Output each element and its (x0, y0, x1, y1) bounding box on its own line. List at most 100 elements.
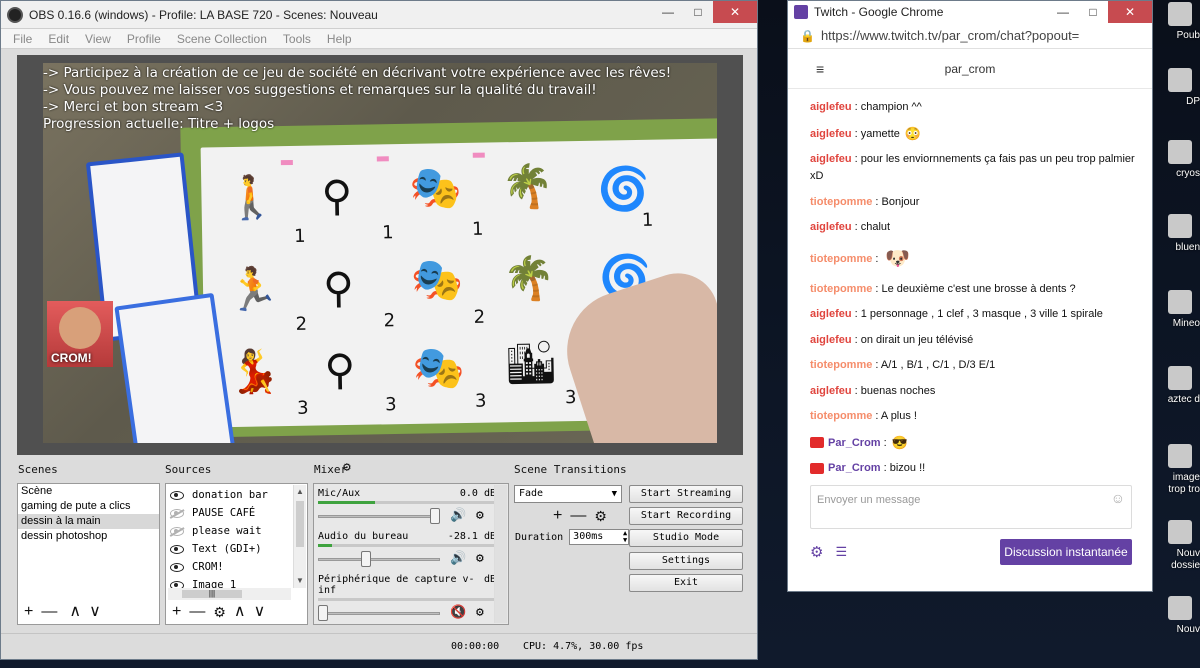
visibility-eye-icon[interactable] (170, 526, 184, 536)
desktop-shortcut[interactable]: cryos (1156, 140, 1200, 180)
send-chat-button[interactable]: Discussion instantanée (1000, 539, 1132, 565)
arrow-down-icon[interactable]: ∨ (89, 604, 101, 620)
scene-item[interactable]: gaming de pute a clics (18, 499, 159, 514)
desktop-shortcut[interactable]: Mineo (1156, 290, 1200, 330)
minus-icon[interactable]: — (189, 604, 205, 620)
chat-username[interactable]: tiotepomme (810, 196, 872, 208)
speaker-icon[interactable]: 🔊 (450, 508, 466, 523)
volume-slider[interactable]: 🔊 ⚙ (318, 508, 496, 524)
settings-button[interactable]: Settings (629, 552, 743, 570)
chat-username[interactable]: aiglefeu (810, 101, 852, 113)
arrow-up-icon[interactable]: ∧ (69, 604, 81, 620)
desktop-shortcut[interactable]: aztec d (1156, 366, 1200, 406)
chat-username[interactable]: aiglefeu (810, 385, 852, 397)
minimize-icon[interactable]: — (653, 1, 683, 23)
exit-button[interactable]: Exit (629, 574, 743, 592)
hamburger-menu-icon[interactable]: ≡ (816, 61, 824, 77)
desktop-shortcut[interactable]: Nouv dossie (1156, 520, 1200, 572)
volume-knob[interactable] (430, 508, 440, 524)
obs-titlebar[interactable]: OBS 0.16.6 (windows) - Profile: LA BASE … (1, 1, 757, 29)
source-item[interactable]: PAUSE CAFÉ (166, 504, 307, 522)
plus-icon[interactable]: + (553, 508, 562, 524)
visibility-eye-icon[interactable] (170, 490, 184, 500)
chat-username[interactable]: tiotepomme (810, 410, 872, 422)
transition-select[interactable]: Fade ▼ (514, 485, 622, 503)
scene-item[interactable]: dessin photoshop (18, 529, 159, 544)
chat-username[interactable]: aiglefeu (810, 127, 852, 139)
source-item[interactable]: CROM! (166, 558, 307, 576)
source-item[interactable]: please wait (166, 522, 307, 540)
scene-item[interactable]: dessin à la main (18, 514, 159, 529)
arrow-down-icon[interactable]: ∨ (254, 604, 266, 620)
list-icon[interactable]: ☰ (835, 544, 847, 560)
start-recording-button[interactable]: Start Recording (629, 507, 743, 525)
desktop-shortcut[interactable]: Nouv (1156, 596, 1200, 636)
minus-icon[interactable]: — (41, 604, 57, 620)
plus-icon[interactable]: + (172, 604, 181, 620)
source-item[interactable]: Text (GDI+) (166, 540, 307, 558)
scroll-down-icon[interactable]: ▼ (294, 574, 306, 588)
scroll-thumb[interactable] (296, 501, 304, 547)
close-icon[interactable]: ✕ (1108, 1, 1152, 23)
chat-username[interactable]: tiotepomme (810, 253, 872, 265)
volume-track[interactable] (318, 558, 440, 561)
gear-icon[interactable]: ⚙ (476, 605, 484, 620)
chat-username[interactable]: tiotepomme (810, 359, 872, 371)
chrome-titlebar[interactable]: Twitch - Google Chrome — □ ✕ (788, 1, 1152, 23)
sources-scrollbar[interactable]: ▲ ▼ (293, 485, 306, 588)
minimize-icon[interactable]: — (1048, 1, 1078, 23)
desktop-shortcut[interactable]: bluen (1156, 214, 1200, 254)
gear-icon[interactable]: ⚙ (213, 604, 226, 620)
menu-edit[interactable]: Edit (40, 32, 77, 46)
chat-username[interactable]: Par_Crom (828, 437, 881, 449)
scene-item[interactable]: Scène (18, 484, 159, 499)
preview-canvas[interactable]: 🚶 ⚲ 🎭 🌴 🌀 🏃 ⚲ 🎭 🌴 🌀 💃 ⚲ 🎭 🏙 🌹 1 1 (43, 63, 717, 443)
emoji-icon[interactable]: ☺ (1111, 490, 1125, 506)
address-bar[interactable]: 🔒 https://www.twitch.tv/par_crom/chat?po… (788, 23, 1152, 49)
volume-track[interactable] (318, 515, 440, 518)
menu-tools[interactable]: Tools (275, 32, 319, 46)
gear-icon[interactable]: ⚙ (476, 508, 484, 523)
sources-hscrollbar[interactable]: ||| (168, 588, 291, 600)
studio-mode-button[interactable]: Studio Mode (629, 529, 743, 547)
spin-arrows-icon[interactable]: ▲ ▼ (623, 530, 627, 544)
minus-icon[interactable]: — (570, 508, 586, 524)
menu-scene-collection[interactable]: Scene Collection (169, 32, 275, 46)
maximize-icon[interactable]: □ (683, 1, 713, 23)
arrow-up-icon[interactable]: ∧ (234, 604, 246, 620)
maximize-icon[interactable]: □ (1078, 1, 1108, 23)
visibility-eye-icon[interactable] (170, 544, 184, 554)
chat-username[interactable]: Par_Crom (828, 462, 881, 474)
menu-file[interactable]: File (5, 32, 40, 46)
volume-knob[interactable] (318, 605, 328, 621)
gear-icon[interactable]: ⚙ (810, 543, 823, 561)
chat-username[interactable]: aiglefeu (810, 308, 852, 320)
url-text[interactable]: https://www.twitch.tv/par_crom/chat?popo… (821, 28, 1079, 43)
menu-help[interactable]: Help (319, 32, 360, 46)
desktop-shortcut[interactable]: image trop tro (1156, 444, 1200, 496)
visibility-eye-icon[interactable] (170, 508, 184, 518)
chat-input[interactable]: Envoyer un message ☺ (810, 485, 1132, 529)
close-icon[interactable]: ✕ (713, 1, 757, 23)
chat-username[interactable]: tiotepomme (810, 283, 872, 295)
start-streaming-button[interactable]: Start Streaming (629, 485, 743, 503)
volume-slider[interactable]: 🔊 ⚙ (318, 551, 496, 567)
menu-view[interactable]: View (77, 32, 119, 46)
desktop-shortcut[interactable]: Poub (1156, 2, 1200, 42)
plus-icon[interactable]: + (24, 604, 33, 620)
preview-area[interactable]: 🚶 ⚲ 🎭 🌴 🌀 🏃 ⚲ 🎭 🌴 🌀 💃 ⚲ 🎭 🏙 🌹 1 1 (17, 55, 743, 455)
chat-username[interactable]: aiglefeu (810, 153, 852, 165)
menu-profile[interactable]: Profile (119, 32, 169, 46)
gear-icon[interactable]: ⚙ (476, 551, 484, 566)
hscroll-thumb[interactable]: ||| (182, 590, 242, 598)
visibility-eye-icon[interactable] (170, 562, 184, 572)
duration-spinbox[interactable]: 300ms ▲ ▼ (569, 529, 630, 545)
speaker-muted-icon[interactable]: 🔇 (450, 605, 466, 620)
scroll-up-icon[interactable]: ▲ (294, 485, 306, 499)
chat-username[interactable]: aiglefeu (810, 334, 852, 346)
volume-knob[interactable] (361, 551, 371, 567)
chat-username[interactable]: aiglefeu (810, 221, 852, 233)
desktop-shortcut[interactable]: DP (1156, 68, 1200, 108)
mixer-scrollbar[interactable] (494, 485, 507, 623)
source-item[interactable]: donation bar (166, 486, 307, 504)
